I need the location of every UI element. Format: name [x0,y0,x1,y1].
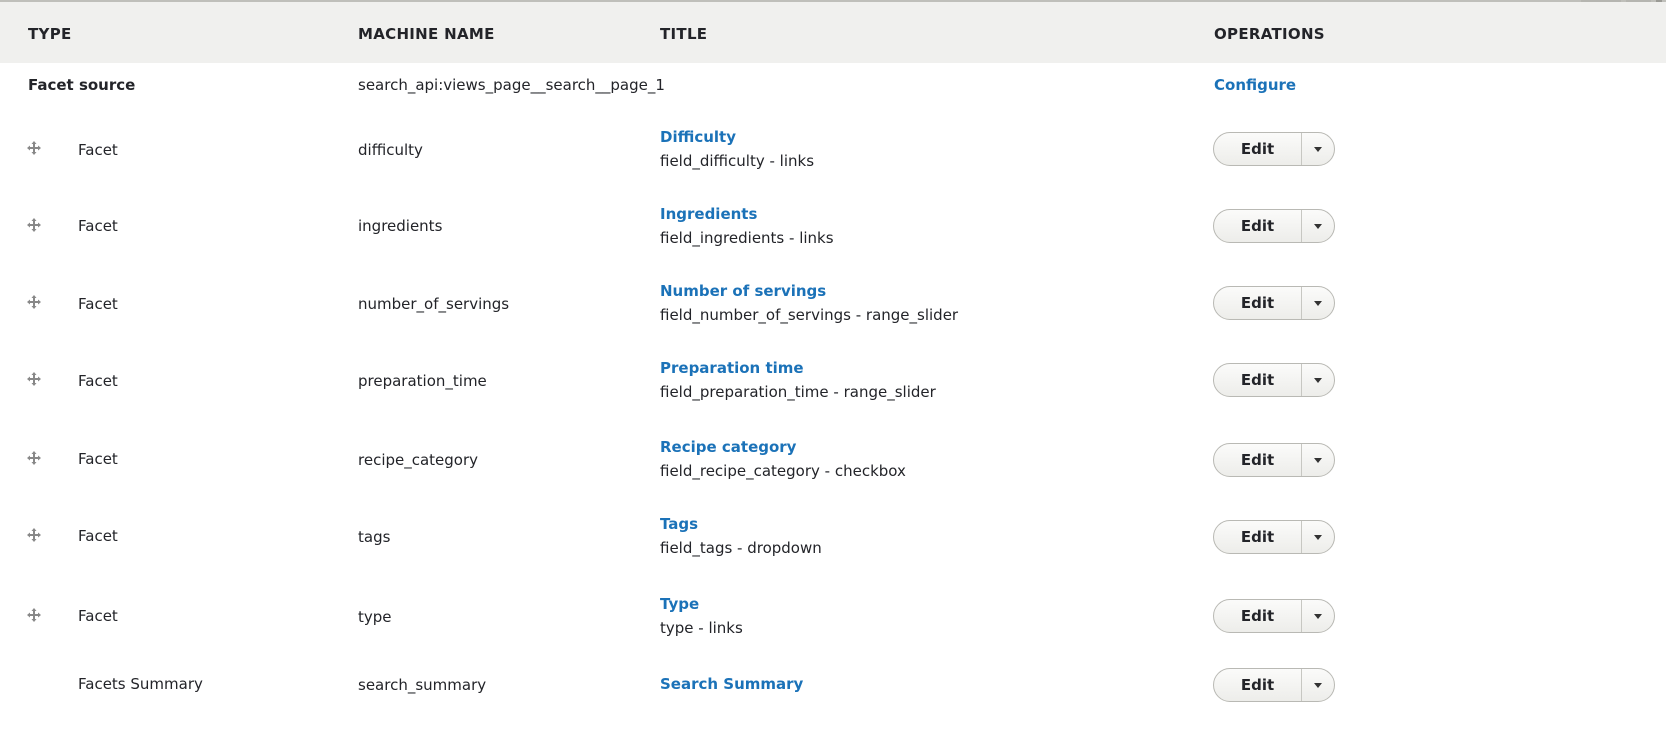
summary-title-link[interactable]: Search Summary [660,672,803,696]
dropbutton-toggle[interactable] [1302,287,1334,319]
row-type: Facet [78,217,118,235]
row-machine-name: ingredients [358,217,443,235]
facet-source-row: Facet source search_api:views_page__sear… [0,63,1666,108]
edit-button[interactable]: Edit [1214,210,1302,242]
row-machine-name: number_of_servings [358,295,510,313]
row-type: Facet [78,607,118,625]
facet-source-machine-name: search_api:views_page__search__page_1 [358,76,665,94]
drag-handle-icon[interactable] [26,294,42,310]
row-machine-name: difficulty [358,141,423,159]
row-title-cell: Tags field_tags - dropdown [660,512,822,560]
row-type: Facet [78,450,118,468]
row-type: Facet [78,527,118,545]
dropbutton-toggle[interactable] [1302,133,1334,165]
row-description: field_recipe_category - checkbox [660,462,906,480]
edit-button[interactable]: Edit [1214,287,1302,319]
row-machine-name: preparation_time [358,372,487,390]
drag-handle-icon[interactable] [26,450,42,466]
table-header-row: TYPE MACHINE NAME TITLE OPERATIONS [0,2,1666,63]
chevron-down-icon [1314,300,1322,306]
row-title-cell: Difficulty field_difficulty - links [660,125,814,173]
edit-button[interactable]: Edit [1214,600,1302,632]
chevron-down-icon [1314,682,1322,688]
drag-handle-icon[interactable] [26,217,42,233]
drag-handle-icon[interactable] [26,371,42,387]
summary-type: Facets Summary [78,675,203,693]
operations-dropbutton: Edit [1213,286,1335,320]
header-operations: OPERATIONS [1214,25,1325,43]
operations-dropbutton: Edit [1213,443,1335,477]
chevron-down-icon [1314,223,1322,229]
row-description: field_number_of_servings - range_slider [660,306,959,324]
row-machine-name: tags [358,528,391,546]
operations-dropbutton: Edit [1213,599,1335,633]
table-row: Facet recipe_category Recipe category fi… [0,416,1666,493]
operations-dropbutton: Edit [1213,668,1335,702]
row-title-cell: Number of servings field_number_of_servi… [660,279,958,327]
dropbutton-toggle[interactable] [1302,210,1334,242]
chevron-down-icon [1314,534,1322,540]
row-title-link[interactable]: Tags [660,512,822,536]
edit-button[interactable]: Edit [1214,133,1302,165]
row-type: Facet [78,141,118,159]
operations-dropbutton: Edit [1213,209,1335,243]
drag-handle-icon[interactable] [26,527,42,543]
chevron-down-icon [1314,146,1322,152]
facet-source-type: Facet source [28,76,136,94]
edit-button[interactable]: Edit [1214,444,1302,476]
row-description: field_tags - dropdown [660,539,822,557]
table-row: Facet number_of_servings Number of servi… [0,262,1666,339]
row-title-link[interactable]: Difficulty [660,125,814,149]
row-machine-name: recipe_category [358,451,479,469]
summary-title-cell: Search Summary [660,672,803,696]
row-title-cell: Preparation time field_preparation_time … [660,356,936,404]
row-machine-name: type [358,608,392,626]
dropbutton-toggle[interactable] [1302,444,1334,476]
operations-dropbutton: Edit [1213,520,1335,554]
operations-dropbutton: Edit [1213,363,1335,397]
row-title-link[interactable]: Ingredients [660,202,834,226]
table-row: Facet ingredients Ingredients field_ingr… [0,185,1666,262]
dropbutton-toggle[interactable] [1302,364,1334,396]
row-type: Facet [78,295,118,313]
row-description: field_preparation_time - range_slider [660,383,936,401]
row-description: field_difficulty - links [660,152,815,170]
dropbutton-toggle[interactable] [1302,669,1334,701]
edit-button[interactable]: Edit [1214,364,1302,396]
operations-dropbutton: Edit [1213,132,1335,166]
chevron-down-icon [1314,377,1322,383]
dropbutton-toggle[interactable] [1302,521,1334,553]
table-row: Facet tags Tags field_tags - dropdown Ed… [0,493,1666,570]
table-row: Facet difficulty Difficulty field_diffic… [0,108,1666,185]
row-description: field_ingredients - links [660,229,834,247]
drag-handle-icon[interactable] [26,607,42,623]
configure-link[interactable]: Configure [1214,76,1296,94]
row-description: type - links [660,619,743,637]
dropbutton-toggle[interactable] [1302,600,1334,632]
chevron-down-icon [1314,613,1322,619]
drag-handle-icon[interactable] [26,140,42,156]
row-title-link[interactable]: Number of servings [660,279,958,303]
summary-row: Facets Summary search_summary Search Sum… [0,647,1666,724]
row-title-link[interactable]: Preparation time [660,356,936,380]
row-title-cell: Type type - links [660,592,743,640]
row-title-link[interactable]: Recipe category [660,435,906,459]
chevron-down-icon [1314,457,1322,463]
row-title-link[interactable]: Type [660,592,743,616]
table-row: Facet preparation_time Preparation time … [0,339,1666,416]
edit-button[interactable]: Edit [1214,521,1302,553]
facets-table: TYPE MACHINE NAME TITLE OPERATIONS [0,2,1666,63]
summary-machine-name: search_summary [358,676,487,694]
row-title-cell: Ingredients field_ingredients - links [660,202,834,250]
row-type: Facet [78,372,118,390]
row-title-cell: Recipe category field_recipe_category - … [660,435,906,483]
table-row: Facet type Type type - links Edit [0,570,1666,647]
edit-button[interactable]: Edit [1214,669,1302,701]
